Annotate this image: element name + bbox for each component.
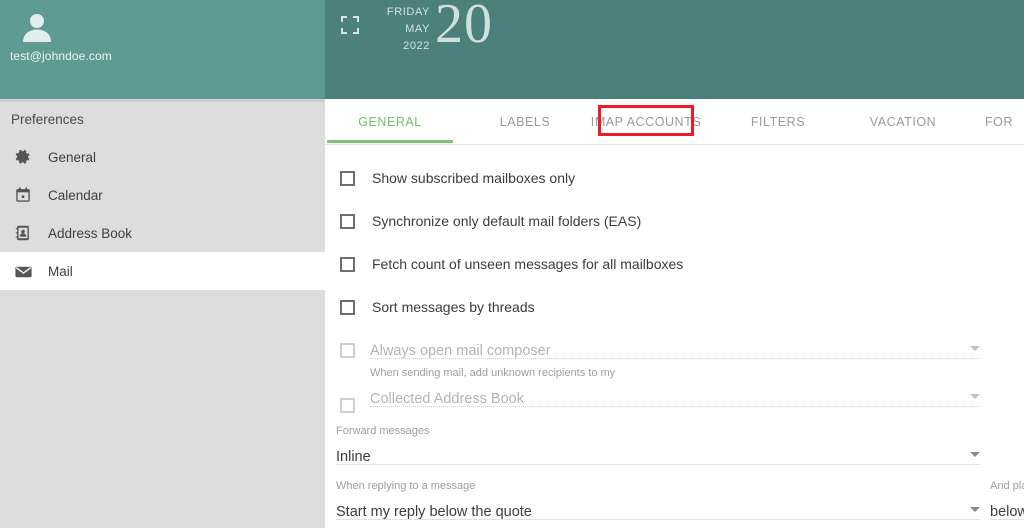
date-day-number: 20 (435, 0, 493, 55)
field-underline (370, 406, 980, 407)
tab-bar: GENERAL LABELS IMAP ACCOUNTS FILTERS VAC… (325, 99, 1024, 145)
setting-always-open-mail-composer-checkbox[interactable] (340, 343, 355, 358)
sidebar-nav-list: General Calendar Address Book Mail (0, 138, 325, 290)
tab-general[interactable]: GENERAL (327, 99, 453, 145)
checkbox[interactable] (340, 299, 355, 315)
field-value: Start my reply below the quote (336, 504, 532, 520)
field-value: Inline (336, 449, 371, 465)
account-panel: test@johndoe.com (0, 0, 325, 99)
sidebar-item-label: Address Book (48, 225, 133, 241)
setting-label: Fetch count of unseen messages for all m… (372, 256, 684, 272)
chevron-down-icon[interactable] (970, 394, 980, 399)
chevron-down-icon[interactable] (970, 452, 980, 457)
chevron-down-icon[interactable] (970, 507, 980, 512)
preferences-screen: test@johndoe.com Preferences General Cal… (0, 0, 1024, 528)
date-weekday: FRIDAY (386, 6, 430, 18)
field-value: Always open mail composer (370, 343, 551, 359)
setting-sort-by-threads[interactable]: Sort messages by threads (340, 299, 535, 315)
chevron-down-icon[interactable] (970, 346, 980, 351)
fullscreen-icon[interactable] (339, 14, 361, 36)
field-caption: And plac (990, 480, 1024, 492)
calendar-icon (13, 185, 33, 205)
sidebar-item-label: General (48, 149, 97, 165)
sidebar-item-address-book[interactable]: Address Book (0, 214, 325, 252)
checkbox[interactable] (340, 170, 355, 186)
field-caption: When sending mail, add unknown recipient… (370, 367, 616, 379)
settings-content: Show subscribed mailboxes only Synchroni… (325, 145, 1024, 528)
field-value: below (990, 504, 1024, 520)
sidebar-item-mail[interactable]: Mail (0, 252, 325, 290)
sidebar-item-calendar[interactable]: Calendar (0, 176, 325, 214)
setting-label: Synchronize only default mail folders (E… (372, 213, 642, 229)
field-underline (336, 464, 980, 465)
date-year: 2022 (403, 40, 430, 52)
date-month: MAY (405, 23, 430, 35)
account-email: test@johndoe.com (10, 49, 112, 63)
preferences-title: Preferences (11, 112, 84, 127)
user-avatar-icon (18, 9, 56, 47)
setting-label: Sort messages by threads (372, 299, 535, 315)
field-caption: Forward messages (336, 425, 430, 437)
field-caption: When replying to a message (336, 480, 476, 492)
date-text-block: FRIDAY MAY 2022 (372, 4, 430, 55)
field-underline (336, 519, 980, 520)
tab-labels[interactable]: LABELS (465, 99, 585, 145)
checkbox[interactable] (340, 213, 355, 229)
active-tab-underline (327, 140, 453, 143)
setting-show-subscribed-mailboxes[interactable]: Show subscribed mailboxes only (340, 170, 575, 186)
address-book-icon (13, 223, 33, 243)
setting-label: Show subscribed mailboxes only (372, 170, 576, 186)
sidebar: test@johndoe.com Preferences General Cal… (0, 0, 325, 528)
field-underline (370, 358, 980, 359)
field-value: Collected Address Book (370, 391, 524, 407)
field-and-place-clipped[interactable]: And plac below (990, 480, 1024, 520)
setting-fetch-unseen-count[interactable]: Fetch count of unseen messages for all m… (340, 256, 683, 272)
setting-sync-default-folders[interactable]: Synchronize only default mail folders (E… (340, 213, 641, 229)
field-when-replying[interactable]: When replying to a message Start my repl… (336, 480, 980, 520)
field-underline (990, 519, 1024, 520)
field-always-open-mail-composer[interactable]: Always open mail composer (370, 333, 980, 359)
tab-forwards[interactable]: FOR (985, 99, 1024, 145)
sidebar-item-general[interactable]: General (0, 138, 325, 176)
sidebar-item-label: Mail (48, 263, 73, 279)
tab-filters[interactable]: FILTERS (718, 99, 838, 145)
gear-icon (13, 147, 33, 167)
checkbox[interactable] (340, 343, 355, 358)
field-collected-address-book[interactable]: When sending mail, add unknown recipient… (370, 367, 980, 407)
envelope-icon (13, 261, 33, 281)
sidebar-item-label: Calendar (48, 187, 103, 203)
sidebar-divider (0, 99, 325, 102)
checkbox[interactable] (340, 256, 355, 272)
checkbox[interactable] (340, 398, 355, 413)
tab-imap-accounts[interactable]: IMAP ACCOUNTS (591, 99, 701, 145)
date-header: FRIDAY MAY 2022 20 (325, 0, 1024, 99)
main-panel: FRIDAY MAY 2022 20 GENERAL LABELS IMAP A… (325, 0, 1024, 528)
field-forward-messages[interactable]: Forward messages Inline (336, 425, 980, 465)
setting-collected-address-book-checkbox[interactable] (340, 398, 355, 413)
tab-vacation[interactable]: VACATION (843, 99, 963, 145)
